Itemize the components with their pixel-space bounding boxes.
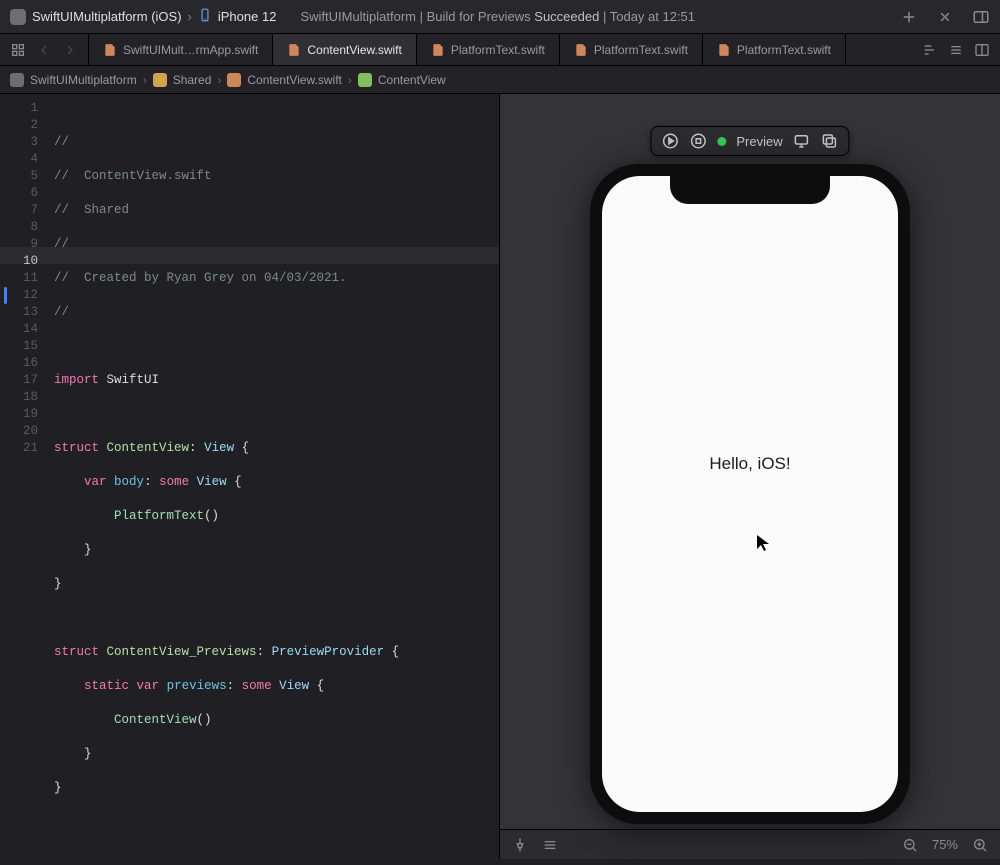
device-icon <box>198 8 212 25</box>
chevron-right-icon: › <box>188 9 192 24</box>
zoom-in-button[interactable] <box>972 837 988 853</box>
jump-item[interactable]: SwiftUIMultiplatform <box>30 73 137 87</box>
jump-bar[interactable]: SwiftUIMultiplatform › Shared › ContentV… <box>0 66 1000 94</box>
zoom-level[interactable]: 75% <box>932 837 958 852</box>
xcode-toolbar: SwiftUIMultiplatform (iOS) › iPhone 12 S… <box>0 0 1000 34</box>
live-preview-button[interactable] <box>661 132 679 150</box>
tab-app-file[interactable]: SwiftUIMult…rmApp.swift <box>89 34 273 65</box>
preview-on-device-button[interactable] <box>793 132 811 150</box>
device-frame: Hello, iOS! <box>590 164 910 824</box>
cursor-icon <box>756 534 770 557</box>
line-gutter: 123456789101112131415161718192021 <box>0 94 46 859</box>
zoom-out-button[interactable] <box>902 837 918 853</box>
nav-back-button[interactable] <box>36 42 52 58</box>
adjust-editor-button[interactable] <box>948 42 964 58</box>
pin-preview-button[interactable] <box>512 837 528 853</box>
code-area[interactable]: // // ContentView.swift // Shared // // … <box>46 94 499 859</box>
canvas-options-button[interactable] <box>542 837 558 853</box>
tab-platformtext-3[interactable]: PlatformText.swift <box>703 34 846 65</box>
project-icon <box>10 73 24 87</box>
tab-contentview[interactable]: ContentView.swift <box>273 34 417 65</box>
duplicate-preview-button[interactable] <box>821 132 839 150</box>
tab-label: PlatformText.swift <box>594 43 688 57</box>
tab-label: PlatformText.swift <box>451 43 545 57</box>
notch-icon <box>670 176 830 204</box>
editor-tabbar: SwiftUIMult…rmApp.swift ContentView.swif… <box>0 34 1000 66</box>
device-screen[interactable]: Hello, iOS! <box>602 176 898 812</box>
scheme-name: SwiftUIMultiplatform (iOS) <box>32 9 182 24</box>
add-tab-button[interactable] <box>900 8 918 26</box>
destination-name: iPhone 12 <box>218 9 277 24</box>
swift-file-icon <box>574 43 588 57</box>
jump-item[interactable]: ContentView.swift <box>247 73 342 87</box>
tab-platformtext-1[interactable]: PlatformText.swift <box>417 34 560 65</box>
add-editor-button[interactable] <box>974 42 990 58</box>
tab-platformtext-2[interactable]: PlatformText.swift <box>560 34 703 65</box>
struct-icon <box>358 73 372 87</box>
tab-label: SwiftUIMult…rmApp.swift <box>123 43 258 57</box>
scheme-selector[interactable]: SwiftUIMultiplatform (iOS) › iPhone 12 <box>10 8 276 25</box>
chevron-right-icon: › <box>348 73 352 87</box>
preview-toolbar: Preview <box>650 126 849 156</box>
nav-forward-button[interactable] <box>62 42 78 58</box>
source-editor[interactable]: 123456789101112131415161718192021 // // … <box>0 94 500 859</box>
minimap-toggle-button[interactable] <box>922 42 938 58</box>
status-dot-icon <box>717 137 726 146</box>
preview-text: Hello, iOS! <box>709 454 790 474</box>
swift-file-icon <box>103 43 117 57</box>
swift-file-icon <box>717 43 731 57</box>
swift-file-icon <box>287 43 301 57</box>
build-status: SwiftUIMultiplatform | Build for Preview… <box>300 9 892 24</box>
canvas-footer: 75% <box>500 829 1000 859</box>
jump-item[interactable]: Shared <box>173 73 212 87</box>
inspect-preview-button[interactable] <box>689 132 707 150</box>
app-icon <box>10 9 26 25</box>
change-bar-icon <box>4 287 7 304</box>
toggle-review-button[interactable] <box>936 8 954 26</box>
library-button[interactable] <box>972 8 990 26</box>
tab-label: ContentView.swift <box>307 43 402 57</box>
preview-canvas: Preview Hello, iOS! <box>500 94 1000 859</box>
swift-file-icon <box>227 73 241 87</box>
related-items-button[interactable] <box>10 42 26 58</box>
jump-item[interactable]: ContentView <box>378 73 446 87</box>
chevron-right-icon: › <box>143 73 147 87</box>
swift-file-icon <box>431 43 445 57</box>
chevron-right-icon: › <box>217 73 221 87</box>
tab-label: PlatformText.swift <box>737 43 831 57</box>
highlighted-line <box>0 247 499 264</box>
folder-icon <box>153 73 167 87</box>
preview-label: Preview <box>736 134 782 149</box>
